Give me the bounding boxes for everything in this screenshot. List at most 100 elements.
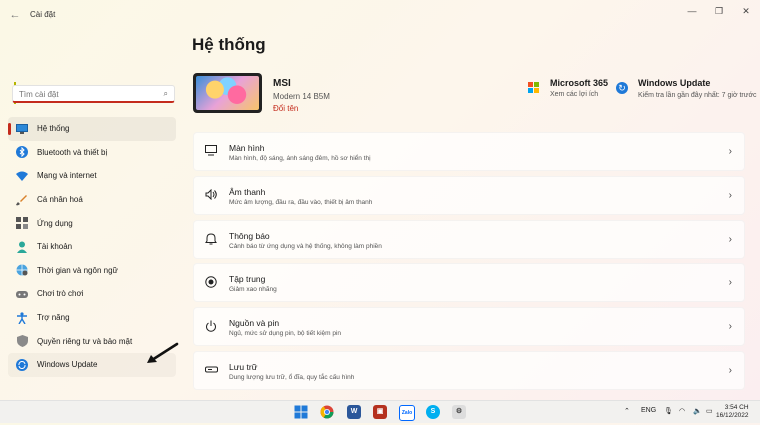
- chevron-right-icon: ›: [728, 364, 732, 376]
- microphone-icon[interactable]: 🎙: [664, 407, 673, 415]
- card-title: Nguồn và pin: [229, 318, 280, 329]
- microsoft365-title: Microsoft 365: [550, 78, 609, 88]
- settings-card-focus[interactable]: Tập trung Giảm xao nhãng ›: [193, 263, 745, 303]
- settings-card-storage[interactable]: Lưu trữ Dung lượng lưu trữ, ổ đĩa, quy t…: [193, 350, 745, 390]
- battery-icon[interactable]: ▭: [706, 407, 713, 415]
- sidebar-item-label: Cá nhân hoá: [37, 195, 83, 205]
- sidebar-item-accounts[interactable]: Tài khoản: [8, 235, 176, 259]
- bell-icon: [204, 233, 218, 247]
- sidebar-item-accessibility[interactable]: Trợ năng: [8, 306, 176, 330]
- sidebar-item-apps[interactable]: Ứng dụng: [8, 211, 176, 235]
- restore-button[interactable]: ❐: [710, 4, 728, 18]
- windows-update-title: Windows Update: [638, 78, 711, 88]
- sidebar-item-time-language[interactable]: Thời gian và ngôn ngữ: [8, 259, 176, 283]
- sidebar-item-network[interactable]: Mạng và internet: [8, 164, 176, 188]
- clock[interactable]: 3:54 CH 16/12/2022: [716, 404, 749, 420]
- sidebar-item-bluetooth[interactable]: Bluetooth và thiết bị: [8, 141, 176, 165]
- settings-card-display[interactable]: Màn hình Màn hình, độ sáng, ánh sáng đêm…: [193, 132, 745, 171]
- search-icon[interactable]: ⌕: [164, 89, 168, 99]
- zalo-icon[interactable]: Zalo: [399, 405, 415, 421]
- device-wallpaper-thumbnail: [193, 73, 262, 113]
- card-title: Lưu trữ: [229, 361, 258, 372]
- chevron-up-icon[interactable]: ⌃: [624, 407, 630, 415]
- app-icon[interactable]: ▣: [373, 405, 387, 419]
- display-icon: [15, 122, 29, 136]
- clock-time: 3:54 CH: [724, 404, 749, 411]
- back-arrow-icon[interactable]: ←: [8, 8, 22, 22]
- clock-date: 16/12/2022: [716, 412, 749, 419]
- monitor-icon: [204, 145, 218, 159]
- windows-start-icon[interactable]: [294, 405, 308, 419]
- card-subtitle: Ngủ, mức sử dụng pin, bộ tiết kiệm pin: [229, 330, 342, 338]
- microsoft365-subtitle: Xem các lợi ích: [550, 91, 599, 98]
- sidebar-item-label: Ứng dụng: [37, 218, 73, 228]
- settings-list: Màn hình Màn hình, độ sáng, ánh sáng đêm…: [193, 132, 745, 395]
- card-title: Thông báo: [229, 230, 270, 241]
- settings-card-sound[interactable]: Âm thanh Mức âm lượng, đầu ra, đầu vào, …: [193, 175, 745, 215]
- rename-link[interactable]: Đổi tên: [273, 104, 298, 113]
- storage-icon: [204, 364, 218, 378]
- card-subtitle: Cảnh báo từ ứng dụng và hệ thống, không …: [229, 242, 382, 250]
- chevron-right-icon: ›: [728, 146, 732, 157]
- app-title: Cài đặt: [30, 10, 56, 19]
- device-model: Modern 14 B5M: [273, 92, 330, 101]
- windows-update-subtitle: Kiểm tra lần gần đây nhất: 7 giờ trước: [638, 92, 757, 99]
- card-subtitle: Mức âm lượng, đầu ra, đầu vào, thiết bị …: [229, 198, 373, 206]
- shield-icon: [15, 334, 29, 348]
- card-subtitle: Màn hình, độ sáng, ánh sáng đêm, hồ sơ h…: [229, 155, 371, 162]
- card-subtitle: Dung lượng lưu trữ, ổ đĩa, quy tắc cấu h…: [229, 373, 355, 381]
- settings-card-power[interactable]: Nguồn và pin Ngủ, mức sử dụng pin, bộ ti…: [193, 307, 745, 347]
- sidebar-nav: Hệ thống Bluetooth và thiết bị Mạng và i…: [8, 117, 176, 377]
- sidebar-item-label: Tài khoản: [37, 242, 73, 252]
- search-input[interactable]: [19, 88, 154, 100]
- skype-icon[interactable]: S: [426, 405, 440, 419]
- word-icon[interactable]: W: [347, 405, 361, 419]
- wifi-tray-icon[interactable]: ◠: [679, 407, 685, 415]
- person-icon: [15, 240, 29, 254]
- power-icon: [204, 320, 218, 334]
- sidebar-item-label: Bluetooth và thiết bị: [37, 147, 108, 157]
- search-box[interactable]: ⌕: [12, 85, 175, 103]
- card-title: Tập trung: [229, 274, 266, 285]
- card-subtitle: Giảm xao nhãng: [229, 286, 277, 294]
- focus-icon: [204, 276, 218, 290]
- title-bar: ← Cài đặt — ❐ ✕: [0, 0, 760, 30]
- chevron-right-icon: ›: [728, 277, 732, 289]
- page-title: Hệ thống: [192, 35, 266, 54]
- taskbar: W ▣ Zalo S ⚙ ⌃ ENG 🎙 ◠ 🔈 ▭ 3:54 CH 16/12…: [0, 400, 760, 423]
- chevron-right-icon: ›: [728, 189, 732, 201]
- sidebar-item-personalization[interactable]: Cá nhân hoá: [8, 188, 176, 212]
- sidebar-item-label: Hệ thống: [37, 124, 70, 134]
- settings-card-notifications[interactable]: Thông báo Cảnh báo từ ứng dụng và hệ thố…: [193, 219, 745, 259]
- sidebar-item-gaming[interactable]: Chơi trò chơi: [8, 282, 176, 306]
- gamepad-icon: [15, 287, 29, 301]
- speaker-icon: [204, 188, 218, 203]
- sidebar-item-label: Chơi trò chơi: [37, 289, 84, 299]
- language-indicator[interactable]: ENG: [641, 407, 656, 414]
- chevron-right-icon: ›: [728, 321, 732, 333]
- card-title: Âm thanh: [229, 186, 266, 197]
- close-button[interactable]: ✕: [737, 4, 755, 18]
- bluetooth-icon: [15, 145, 29, 159]
- sidebar-item-label: Windows Update: [37, 360, 98, 370]
- volume-icon[interactable]: 🔈: [693, 407, 702, 415]
- apps-icon: [15, 216, 29, 230]
- chrome-icon[interactable]: [320, 405, 334, 419]
- minimize-button[interactable]: —: [683, 4, 701, 18]
- update-icon: [15, 358, 29, 372]
- update-icon: ↻: [616, 82, 628, 94]
- card-title: Màn hình: [229, 143, 265, 153]
- wifi-icon: [15, 169, 29, 183]
- sidebar-item-label: Trợ năng: [37, 313, 70, 323]
- device-name: MSI: [273, 78, 291, 89]
- chevron-right-icon: ›: [728, 233, 732, 245]
- sidebar-item-label: Mạng và internet: [37, 171, 97, 181]
- sidebar-item-system[interactable]: Hệ thống: [8, 117, 176, 141]
- microsoft-logo-icon: [528, 82, 540, 94]
- annotation-arrow-icon: [147, 342, 179, 363]
- globe-icon: [15, 263, 29, 277]
- brush-icon: [15, 193, 29, 207]
- accessibility-icon: [15, 311, 29, 325]
- sidebar-item-label: Thời gian và ngôn ngữ: [37, 265, 118, 275]
- settings-gear-icon[interactable]: ⚙: [452, 405, 466, 419]
